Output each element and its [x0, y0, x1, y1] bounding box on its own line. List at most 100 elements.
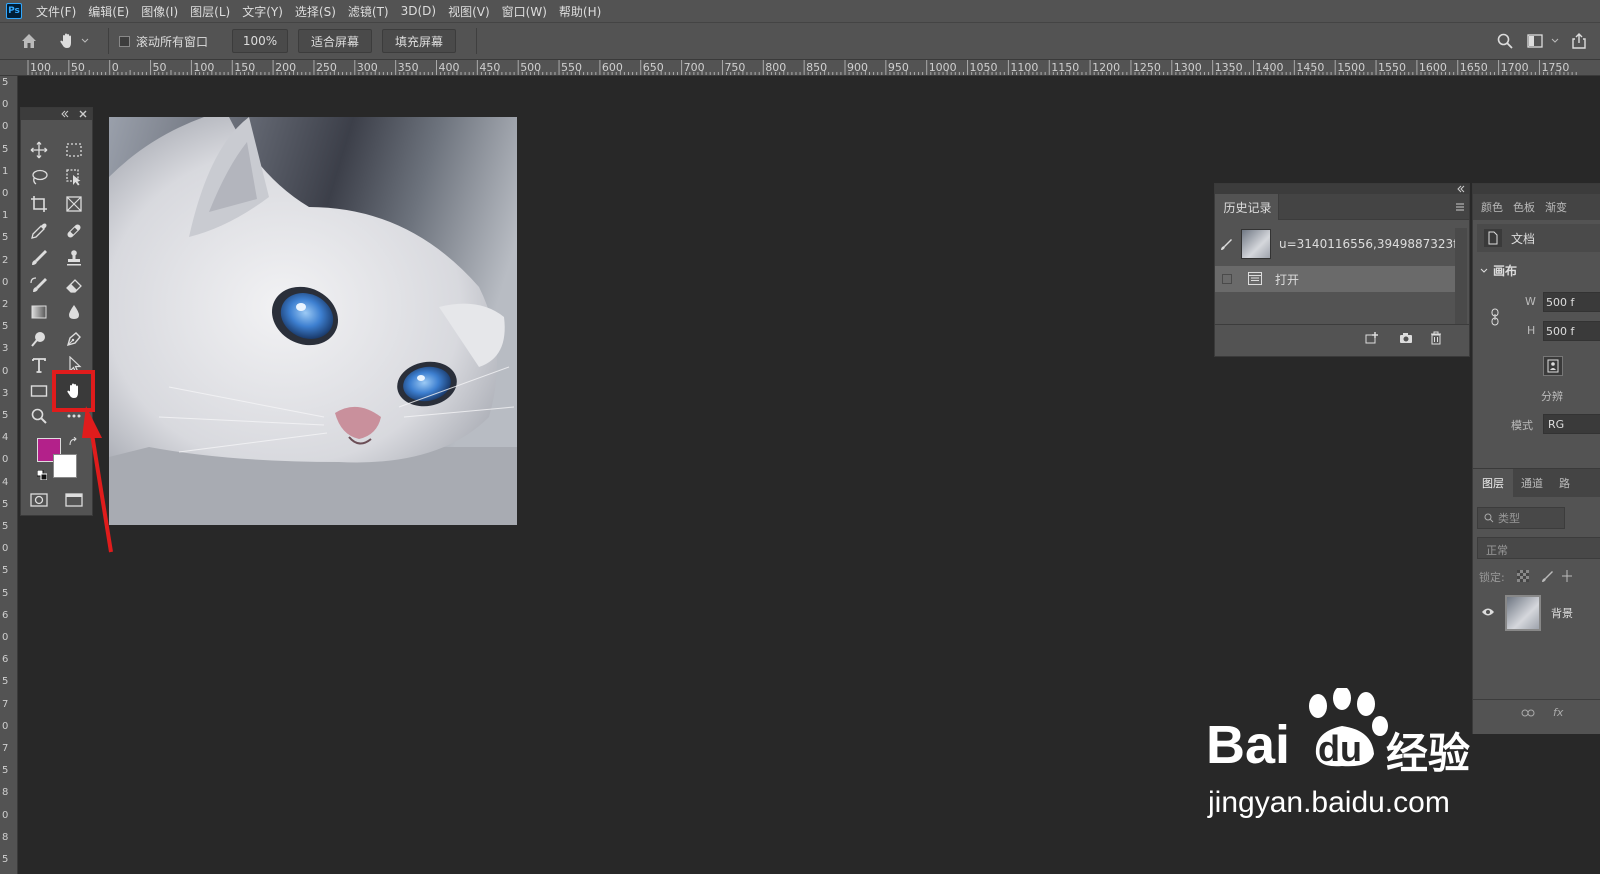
ruler-tick-label: 2 — [2, 299, 9, 310]
menu-window[interactable]: 窗口(W) — [496, 3, 553, 20]
tab-channels[interactable]: 通道 — [1521, 475, 1543, 491]
canvas-document-image[interactable] — [109, 117, 517, 525]
menu-file[interactable]: 文件(F) — [30, 3, 82, 20]
zoom-tool[interactable] — [26, 404, 52, 428]
document-properties-row[interactable]: 文档 — [1477, 224, 1600, 252]
tab-paths[interactable]: 路 — [1559, 475, 1570, 491]
layer-filter-field[interactable]: 类型 — [1477, 507, 1565, 529]
eraser-tool[interactable] — [61, 273, 87, 297]
object-selection-tool[interactable] — [61, 165, 87, 189]
menu-edit[interactable]: 编辑(E) — [82, 3, 135, 20]
share-icon[interactable] — [1570, 32, 1588, 50]
menu-3d[interactable]: 3D(D) — [395, 4, 442, 18]
gradient-tool[interactable] — [26, 300, 52, 324]
blur-tool[interactable] — [61, 300, 87, 324]
panel-menu-icon[interactable] — [1455, 203, 1465, 211]
tab-gradients[interactable]: 渐变 — [1545, 199, 1567, 215]
menu-select[interactable]: 选择(S) — [289, 3, 342, 20]
trash-icon[interactable] — [1429, 331, 1443, 345]
ruler-tick-label: 1 — [2, 210, 9, 222]
ruler-tick-label: 1700 — [1500, 61, 1529, 74]
menu-type[interactable]: 文字(Y) — [236, 3, 289, 20]
menu-view[interactable]: 视图(V) — [442, 3, 496, 20]
width-field[interactable]: 500 f — [1543, 292, 1600, 312]
menu-help[interactable]: 帮助(H) — [553, 3, 607, 20]
healing-brush-tool[interactable] — [61, 219, 87, 243]
move-tool[interactable] — [26, 138, 52, 162]
canvas-section-toggle[interactable]: 画布 — [1479, 262, 1517, 279]
tab-swatches[interactable]: 色板 — [1513, 199, 1535, 215]
lasso-tool[interactable] — [26, 165, 52, 189]
tools-panel-header[interactable] — [21, 108, 92, 120]
history-step-row[interactable]: 打开 — [1215, 266, 1455, 292]
collapse-icon[interactable] — [1457, 185, 1465, 193]
baidu-watermark: Bai du 经验 jingyan.baidu.com — [1206, 688, 1496, 828]
lock-transparency-icon[interactable] — [1517, 570, 1529, 582]
workspace-icon[interactable] — [1526, 32, 1544, 50]
close-icon[interactable] — [79, 110, 87, 118]
new-document-from-state-icon[interactable] — [1365, 331, 1379, 345]
lock-pixels-icon[interactable] — [1541, 570, 1553, 582]
dodge-tool[interactable] — [26, 327, 52, 351]
history-scrollbar[interactable] — [1455, 228, 1467, 324]
crop-tool[interactable] — [26, 192, 52, 216]
scroll-all-windows-toggle[interactable]: 滚动所有窗口 — [119, 33, 208, 50]
fit-screen-button[interactable]: 适合屏幕 — [298, 29, 373, 53]
menu-layer[interactable]: 图层(L) — [184, 3, 236, 20]
layer-style-fx-button[interactable]: fx — [1553, 706, 1563, 719]
link-icon[interactable] — [1489, 308, 1501, 326]
default-colors-icon[interactable] — [37, 470, 47, 480]
watermark-product: 经验 — [1386, 729, 1471, 778]
history-panel-header[interactable] — [1215, 184, 1469, 194]
scroll-all-checkbox[interactable] — [119, 35, 130, 47]
search-icon[interactable] — [1496, 32, 1514, 50]
zoom-level-field[interactable]: 100% — [232, 29, 289, 53]
marquee-tool[interactable] — [61, 138, 87, 162]
eyedropper-tool[interactable] — [26, 219, 52, 243]
ruler-tick-label: 5 — [2, 232, 9, 244]
ruler-tick-label: 750 — [724, 61, 746, 74]
ruler-vertical[interactable]: 500510152025303540455055606570758085 — [0, 76, 18, 874]
tool-preset-picker[interactable] — [58, 32, 90, 50]
ruler-tick-label: 4 — [2, 432, 9, 444]
history-brush-source-icon[interactable] — [1219, 238, 1233, 252]
history-brush-tool[interactable] — [26, 273, 52, 297]
collapse-icon[interactable] — [61, 110, 69, 118]
blend-mode-select[interactable]: 正常 — [1477, 537, 1600, 559]
clone-stamp-tool[interactable] — [61, 246, 87, 270]
rectangle-tool[interactable] — [26, 379, 52, 403]
ruler-horizontal[interactable]: 100 50 0 50 100 150 200 250 300 350 400 450 500 550 60… — [0, 60, 1600, 76]
quick-mask-button[interactable] — [26, 488, 52, 512]
brush-icon — [32, 250, 47, 265]
brush-tool[interactable] — [26, 246, 52, 270]
ruler-tick-label: 850 — [806, 61, 828, 74]
tab-history[interactable]: 历史记录 — [1217, 194, 1279, 220]
mode-select[interactable]: RG — [1543, 414, 1600, 434]
tab-color[interactable]: 颜色 — [1481, 199, 1503, 215]
background-color-swatch[interactable] — [53, 454, 77, 478]
menu-filter[interactable]: 滤镜(T) — [342, 3, 395, 20]
menu-image[interactable]: 图像(I) — [135, 3, 184, 20]
orientation-portrait-button[interactable] — [1543, 356, 1563, 376]
layer-row-background[interactable]: 背景 — [1473, 593, 1600, 633]
history-snapshot-row[interactable]: u=3140116556,3949887323f... — [1215, 228, 1468, 262]
home-button[interactable] — [0, 32, 58, 50]
pen-icon — [66, 332, 81, 347]
scroll-all-label: 滚动所有窗口 — [136, 34, 209, 49]
frame-tool[interactable] — [61, 192, 87, 216]
link-layers-icon[interactable] — [1521, 708, 1535, 718]
type-tool[interactable] — [26, 353, 52, 377]
fill-screen-button[interactable]: 填充屏幕 — [382, 29, 457, 53]
history-step-checkbox[interactable] — [1222, 274, 1232, 284]
chevron-down-icon[interactable] — [1550, 36, 1560, 46]
ruler-tick-label: 150 — [234, 61, 256, 74]
tab-layers[interactable]: 图层 — [1473, 469, 1513, 497]
type-icon — [32, 358, 46, 373]
pen-tool[interactable] — [61, 327, 87, 351]
eye-icon[interactable] — [1481, 607, 1495, 617]
camera-icon[interactable] — [1399, 331, 1413, 345]
lock-position-icon[interactable] — [1561, 569, 1573, 583]
swap-colors-icon[interactable] — [68, 437, 78, 447]
height-field[interactable]: 500 f — [1543, 321, 1600, 341]
watermark-brand: Bai — [1206, 715, 1291, 775]
